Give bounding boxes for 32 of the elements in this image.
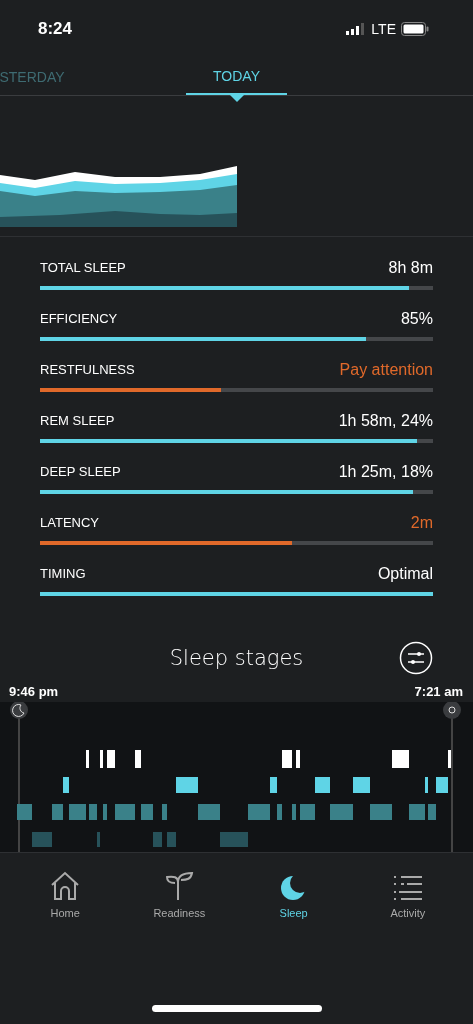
signal-icon: [346, 23, 367, 35]
sprout-icon: [164, 871, 195, 901]
contributor-value: 85%: [400, 309, 433, 328]
pointer-icon: [229, 94, 245, 102]
nav-tab[interactable]: Sleep: [248, 867, 339, 919]
settings-icon[interactable]: [399, 641, 433, 675]
wake-time-label: 7:21 am: [414, 684, 463, 701]
contributor-label: TIMING: [40, 566, 86, 581]
day-tab[interactable]: TODAY: [186, 59, 287, 95]
status-time: 8:24: [38, 19, 73, 39]
contributor-label: LATENCY: [40, 515, 99, 530]
contributor-value: Pay attention: [339, 360, 433, 379]
network-label: LTE: [371, 21, 396, 37]
contributor-label: TOTAL SLEEP: [40, 260, 126, 275]
list-icon: [392, 875, 423, 901]
contributor-value: 1h 25m, 18%: [338, 462, 433, 481]
battery-icon: [401, 22, 429, 36]
contributor-value: 8h 8m: [388, 258, 433, 277]
nav-tab[interactable]: Home: [20, 867, 111, 919]
home-icon: [50, 871, 81, 901]
contributor-value: 1h 58m, 24%: [338, 411, 433, 430]
contributor-value: Optimal: [377, 564, 433, 583]
section-title: Sleep stages: [169, 646, 304, 670]
moon-icon: [280, 876, 305, 900]
contributor-label: RESTFULNESS: [40, 362, 135, 377]
contributor-label: DEEP SLEEP: [40, 464, 121, 479]
bedtime-label: 9:46 pm: [9, 684, 59, 701]
contributor-label: EFFICIENCY: [40, 311, 118, 326]
nav-tab[interactable]: Readiness: [134, 867, 225, 919]
contributor-value: 2m: [410, 513, 433, 532]
contributor-label: REM SLEEP: [40, 413, 115, 428]
nav-tab[interactable]: Activity: [362, 867, 453, 919]
